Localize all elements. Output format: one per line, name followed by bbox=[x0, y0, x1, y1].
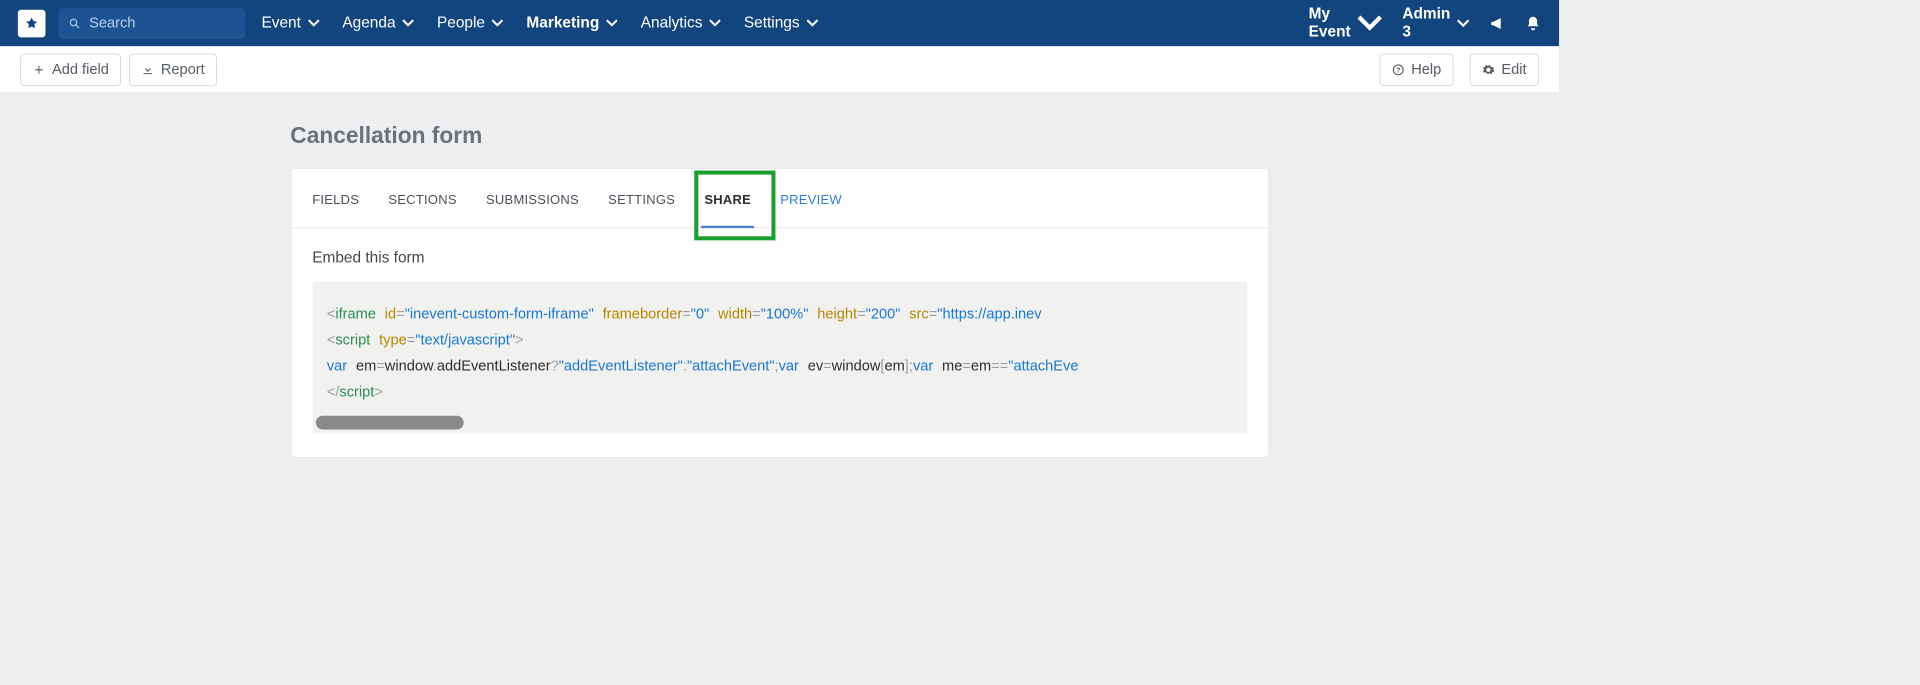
horizontal-scroll-thumb[interactable] bbox=[315, 416, 463, 430]
gear-icon bbox=[1482, 63, 1495, 76]
chevron-down-icon bbox=[606, 17, 618, 29]
nav-item-label: Analytics bbox=[641, 14, 703, 32]
page-title: Cancellation form bbox=[290, 123, 1268, 149]
logo-icon bbox=[24, 16, 39, 31]
search-input-wrap[interactable] bbox=[58, 8, 245, 39]
edit-label: Edit bbox=[1501, 61, 1526, 78]
search-icon bbox=[68, 16, 81, 31]
event-selector[interactable]: My Event bbox=[1309, 5, 1383, 41]
chevron-down-icon bbox=[1457, 17, 1470, 30]
code-iframe-id: inevent-custom-form-iframe bbox=[410, 305, 589, 321]
app-logo[interactable] bbox=[18, 9, 46, 37]
nav-item-event[interactable]: Event bbox=[261, 14, 319, 32]
bell-icon[interactable] bbox=[1525, 15, 1541, 31]
chevron-down-icon bbox=[806, 17, 818, 29]
report-label: Report bbox=[161, 61, 205, 78]
code-add-listener: addEventListener bbox=[564, 357, 678, 373]
chevron-down-icon bbox=[402, 17, 414, 29]
code-frameborder: 0 bbox=[696, 305, 704, 321]
nav-item-analytics[interactable]: Analytics bbox=[641, 14, 721, 32]
user-menu-label: Admin 3 bbox=[1402, 5, 1450, 41]
user-menu[interactable]: Admin 3 bbox=[1402, 5, 1469, 41]
code-src: https://app.inev bbox=[942, 305, 1041, 321]
nav-item-label: Agenda bbox=[342, 14, 395, 32]
tab-fields[interactable]: FIELDS bbox=[298, 169, 374, 227]
form-panel: FIELDS SECTIONS SUBMISSIONS SETTINGS SHA… bbox=[290, 168, 1268, 458]
nav-item-label: People bbox=[437, 14, 485, 32]
tab-submissions[interactable]: SUBMISSIONS bbox=[471, 169, 593, 227]
code-height: 200 bbox=[871, 305, 895, 321]
chevron-down-icon bbox=[491, 17, 503, 29]
code-attach-eve: attachEve bbox=[1013, 357, 1078, 373]
nav-item-marketing[interactable]: Marketing bbox=[526, 14, 618, 32]
chevron-down-icon bbox=[1357, 10, 1383, 36]
tab-label: SECTIONS bbox=[388, 193, 456, 207]
tab-preview[interactable]: PREVIEW bbox=[766, 169, 857, 227]
nav-item-label: Marketing bbox=[526, 14, 599, 32]
nav-item-settings[interactable]: Settings bbox=[744, 14, 818, 32]
code-script-type: text/javascript bbox=[420, 331, 509, 347]
plus-icon bbox=[32, 63, 45, 76]
form-tabs: FIELDS SECTIONS SUBMISSIONS SETTINGS SHA… bbox=[291, 169, 1268, 228]
megaphone-icon[interactable] bbox=[1489, 15, 1505, 31]
nav-item-agenda[interactable]: Agenda bbox=[342, 14, 414, 32]
download-icon bbox=[141, 63, 154, 76]
nav-item-people[interactable]: People bbox=[437, 14, 504, 32]
code-width: 100% bbox=[766, 305, 803, 321]
nav-item-label: Settings bbox=[744, 14, 800, 32]
tab-share[interactable]: SHARE bbox=[690, 169, 766, 227]
event-selector-label: My Event bbox=[1309, 5, 1351, 41]
action-bar: Add field Report ? Help Edit bbox=[0, 46, 1559, 93]
help-label: Help bbox=[1411, 61, 1441, 78]
tab-label: SHARE bbox=[704, 193, 751, 207]
tab-settings[interactable]: SETTINGS bbox=[594, 169, 690, 227]
tab-sections[interactable]: SECTIONS bbox=[374, 169, 472, 227]
search-input[interactable] bbox=[89, 15, 235, 32]
edit-button[interactable]: Edit bbox=[1470, 53, 1539, 85]
chevron-down-icon bbox=[307, 17, 319, 29]
code-attach-event: attachEvent bbox=[692, 357, 769, 373]
help-icon: ? bbox=[1392, 63, 1405, 76]
report-button[interactable]: Report bbox=[129, 53, 217, 85]
tab-label: PREVIEW bbox=[780, 193, 842, 207]
add-field-button[interactable]: Add field bbox=[20, 53, 121, 85]
embed-heading: Embed this form bbox=[312, 249, 1247, 267]
help-button[interactable]: ? Help bbox=[1380, 53, 1454, 85]
chevron-down-icon bbox=[709, 17, 721, 29]
nav-item-label: Event bbox=[261, 14, 300, 32]
tab-label: SETTINGS bbox=[608, 193, 675, 207]
svg-text:?: ? bbox=[1396, 67, 1400, 74]
embed-code-block[interactable]: <iframe id="inevent-custom-form-iframe" … bbox=[312, 282, 1247, 433]
tab-label: SUBMISSIONS bbox=[486, 193, 579, 207]
add-field-label: Add field bbox=[52, 61, 109, 78]
tab-label: FIELDS bbox=[312, 193, 359, 207]
